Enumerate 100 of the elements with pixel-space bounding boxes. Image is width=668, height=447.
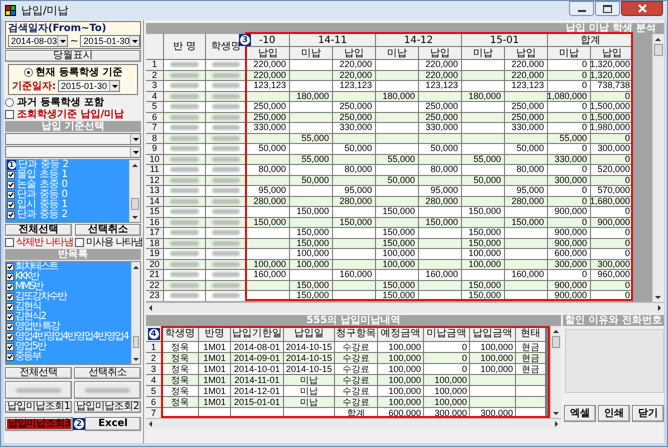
minimize-button[interactable] (569, 1, 594, 16)
row-number: 12 (146, 176, 163, 185)
table-cell: 2014-12-01 (231, 386, 283, 396)
table-cell: 95,000 (505, 186, 547, 196)
table-cell: 100,000 (470, 353, 515, 363)
table-cell (290, 186, 332, 196)
action-button[interactable]: 선택취소 (74, 367, 141, 379)
table-cell: 1,320,000 (591, 70, 633, 80)
excel-button[interactable]: Excel (85, 417, 141, 431)
table-cell: 160,000 (247, 270, 289, 280)
blurred-text (212, 125, 240, 130)
table-cell: 0 (424, 353, 469, 363)
table-cell: 1,680,000 (591, 196, 633, 206)
checkbox[interactable] (7, 211, 15, 219)
row-number: 17 (146, 228, 163, 238)
table-cell: 150,000 (462, 207, 504, 216)
table-cell: 수강료 (335, 386, 377, 396)
select-button[interactable]: 전체선택 (5, 224, 72, 236)
table-cell: 미납 (284, 375, 334, 385)
radio-button[interactable] (24, 68, 33, 77)
blurred-text (212, 62, 240, 68)
dropdown-field[interactable] (5, 146, 141, 158)
action-button[interactable]: 닫기 (632, 405, 664, 422)
blurred-text (170, 240, 199, 246)
horizontal-scrollbar[interactable] (146, 418, 561, 429)
checkbox-option[interactable]: 미사용 나타냄 (74, 237, 143, 248)
maximize-button[interactable] (595, 1, 620, 16)
table-cell: 1M01 (199, 397, 230, 407)
checkbox[interactable] (5, 110, 14, 119)
checkbox-option[interactable]: 조회학생기준 납입/미납 (5, 109, 141, 120)
close-button[interactable] (621, 1, 663, 16)
table-cell (462, 60, 504, 70)
blurred-text (170, 282, 199, 288)
table-cell: 55,000 (290, 134, 332, 143)
vertical-scrollbar[interactable] (129, 160, 140, 222)
row-number: 15 (146, 207, 163, 216)
checkbox[interactable] (7, 171, 15, 179)
action-button[interactable] (74, 381, 141, 399)
checkbox[interactable] (6, 313, 14, 321)
checkbox[interactable] (6, 343, 14, 351)
vertical-scrollbar[interactable] (652, 34, 664, 302)
table-cell: 150,000 (376, 280, 418, 290)
table-cell: 미납 (284, 386, 334, 396)
checkbox[interactable] (7, 201, 15, 209)
blurred-text (170, 72, 199, 78)
table-cell (516, 397, 545, 407)
checkbox[interactable] (6, 263, 14, 271)
table-cell (333, 92, 375, 101)
table-cell: 150,000 (333, 218, 375, 227)
action-button[interactable]: 인쇄 (598, 405, 630, 422)
action-button[interactable]: 납입미납조회2 (74, 401, 141, 413)
checkbox[interactable] (6, 333, 14, 341)
table-cell: 50,000 (333, 144, 375, 154)
checkbox[interactable] (5, 238, 14, 247)
checkbox[interactable] (74, 238, 84, 247)
action-button[interactable]: 납입미납조회1 (5, 401, 72, 413)
checkbox[interactable] (6, 273, 14, 281)
table-cell: 2014-10-15 (284, 353, 334, 363)
range-separator: ~ (70, 36, 78, 46)
table-cell: 960,000 (591, 270, 633, 280)
action-button[interactable]: 전체선택 (5, 367, 72, 379)
table-cell: 100,000 (378, 364, 423, 374)
table-cell: 330,000 (419, 123, 461, 132)
checkbox[interactable] (6, 293, 14, 301)
checkbox[interactable] (6, 303, 14, 311)
action-button[interactable] (5, 381, 72, 399)
dropdown-field[interactable] (5, 133, 141, 145)
radio-option[interactable]: 과거 등록학생 포함 (5, 97, 141, 108)
table-cell: 1M01 (199, 342, 230, 352)
table-cell: 220,000 (419, 70, 461, 80)
horizontal-scrollbar[interactable] (146, 302, 664, 313)
table-cell (462, 144, 504, 154)
table-cell: 100,000 (378, 342, 423, 352)
action-button[interactable]: 엑셀 (564, 405, 596, 422)
vertical-scrollbar[interactable] (550, 326, 561, 418)
table-cell: 80,000 (333, 165, 375, 174)
table-cell (462, 270, 504, 280)
checkbox-option[interactable]: 삭제반 나타냄 (5, 237, 73, 248)
radio-option[interactable]: 현재 등록학생 기준 (12, 67, 134, 78)
table-cell: 정욱 (162, 353, 198, 363)
vertical-scrollbar[interactable] (131, 262, 140, 364)
memo-field[interactable] (565, 329, 664, 393)
blurred-text (212, 188, 240, 194)
checkbox[interactable] (7, 191, 15, 199)
checkbox[interactable] (6, 353, 14, 361)
base-date-field[interactable]: 2015-01-30 (58, 80, 120, 92)
checkbox[interactable] (6, 283, 14, 291)
table-cell (290, 102, 332, 112)
checkbox[interactable] (6, 323, 14, 331)
table-cell: 2014-09-01 (231, 353, 283, 363)
select-button[interactable]: 선택취소 (74, 224, 141, 236)
blurred-text (170, 293, 199, 298)
from-date-field[interactable]: 2014-08-03 (8, 35, 68, 47)
table-cell: 2015-01-01 (231, 397, 283, 407)
table-cell (516, 375, 545, 385)
current-month-button[interactable]: 당월표시 (5, 50, 141, 62)
radio-button[interactable] (5, 98, 14, 107)
blurred-text (170, 125, 199, 130)
to-date-field[interactable]: 2015-01-30 (80, 35, 140, 47)
checkbox[interactable] (7, 181, 15, 189)
